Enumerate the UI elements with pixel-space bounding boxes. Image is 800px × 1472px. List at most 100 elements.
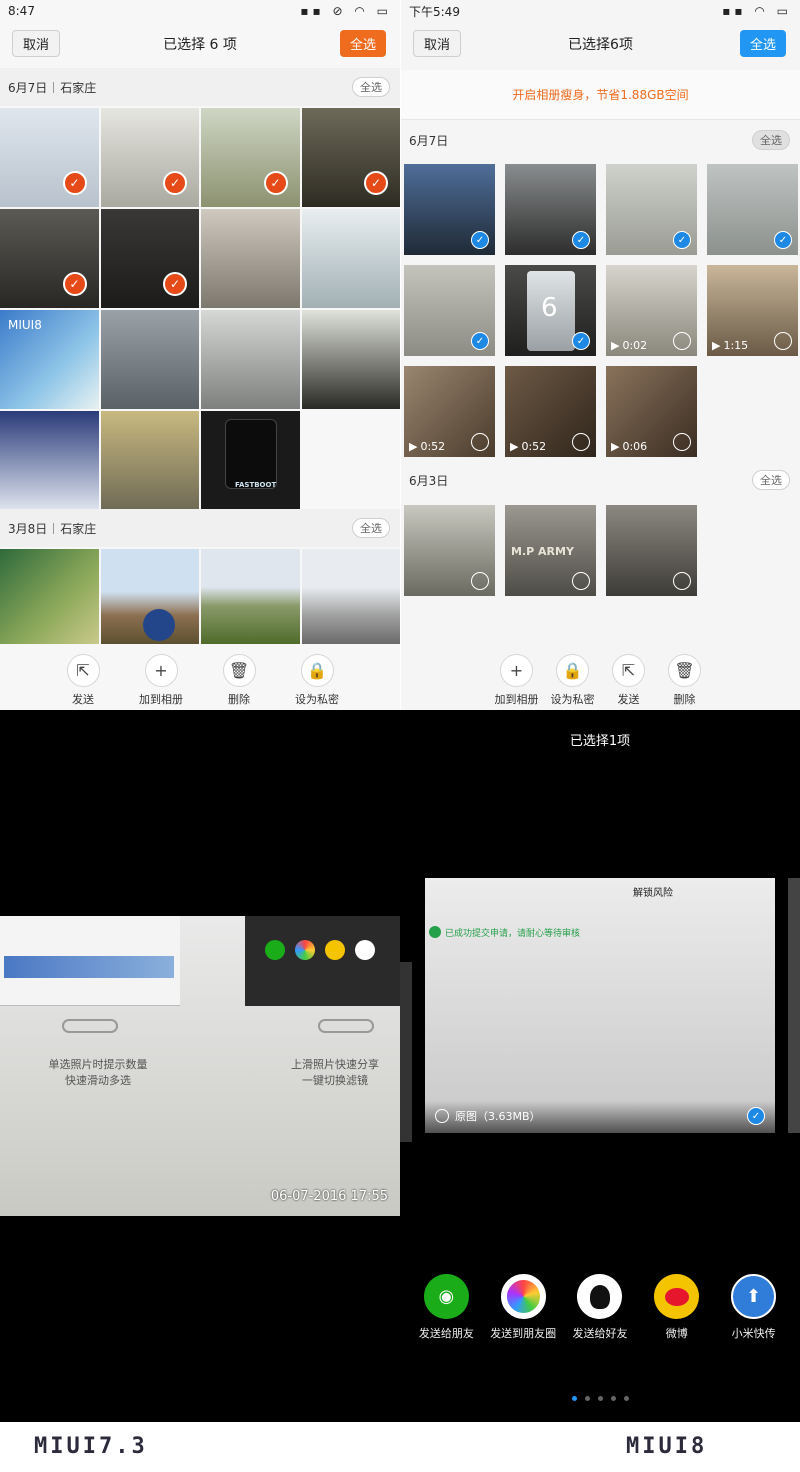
- radio-icon: [435, 1109, 449, 1123]
- footer: MIUI7.3 MIUI8: [0, 1422, 800, 1472]
- cancel-button[interactable]: 取消: [12, 30, 60, 57]
- select-all-button[interactable]: 全选: [340, 30, 386, 57]
- photo-thumb[interactable]: [301, 209, 400, 308]
- section-select-all[interactable]: 全选: [352, 77, 390, 97]
- send-button[interactable]: ⇱ 发送: [55, 654, 111, 710]
- section-header-jun7: 6月7日 全选: [401, 121, 800, 159]
- photo-thumb[interactable]: [0, 411, 99, 510]
- send-button[interactable]: ⇱ 发送: [601, 654, 657, 710]
- action-label: 发送: [617, 693, 640, 706]
- section-select-all[interactable]: 全选: [752, 470, 790, 490]
- add-to-album-button[interactable]: + 加到相册: [133, 654, 189, 710]
- photo-thumb[interactable]: ✓: [201, 108, 300, 207]
- video-thumb[interactable]: ▶ 1:15: [707, 265, 798, 356]
- select-all-button[interactable]: 全选: [740, 30, 786, 57]
- slim-album-banner[interactable]: 开启相册瘦身，节省1.88GB空间: [401, 70, 800, 120]
- comparison-collage: { "left_top": { "status_time": "8:47", "…: [0, 0, 800, 1472]
- photo-thumb[interactable]: [301, 549, 400, 644]
- photo-thumb[interactable]: FASTBOOT: [201, 411, 300, 510]
- lock-icon: 🔒: [300, 654, 334, 687]
- original-label: 原图（3.63MB）: [455, 1110, 541, 1123]
- video-thumb[interactable]: ▶ 0:52: [404, 366, 495, 457]
- photo-viewer-image[interactable]: 单选照片时提示数量 快速滑动多选 上滑照片快速分享 一键切换滤镜 06-07-2…: [0, 916, 400, 1216]
- share-label: 发送给好友: [572, 1327, 628, 1340]
- photo-thumb[interactable]: [100, 411, 199, 510]
- photo-thumb[interactable]: ✓: [301, 108, 400, 207]
- page-dot-active: [571, 1396, 577, 1401]
- checked-icon: ✓: [163, 171, 187, 195]
- action-label: 加到相册: [494, 693, 539, 706]
- miui8-share-panel: 已选择1项 解锁风险 已成功提交申请，请耐心等待审核 原图（3.63MB） ✓ …: [400, 710, 800, 1422]
- unchecked-icon: [673, 433, 691, 451]
- home-button: [318, 1019, 374, 1033]
- lock-icon: 🔒: [556, 654, 589, 687]
- page-indicator: [400, 1396, 800, 1401]
- photo-thumb[interactable]: [606, 505, 697, 596]
- action-bar: + 加到相册 🔒 设为私密 ⇱ 发送 🗑 删除: [401, 646, 800, 710]
- page-dot: [610, 1396, 616, 1401]
- share-mi-drop[interactable]: ⬆ 小米快传: [719, 1274, 789, 1341]
- section-select-all[interactable]: 全选: [352, 518, 390, 538]
- top-bar: 取消 已选择 6 项 全选: [0, 22, 400, 66]
- video-thumb[interactable]: ▶ 0:02: [606, 265, 697, 356]
- photo-thumb[interactable]: ✓: [505, 164, 596, 255]
- share-targets: ◉ 发送给朋友 发送到朋友圈 发送给好友 微博 ⬆ 小米快传: [400, 1274, 800, 1341]
- home-button: [62, 1019, 118, 1033]
- photo-thumb[interactable]: [301, 310, 400, 409]
- video-thumb[interactable]: ▶ 0:06: [606, 366, 697, 457]
- photo-thumb[interactable]: ✓: [100, 108, 199, 207]
- share-wechat-friend[interactable]: ◉ 发送给朋友: [411, 1274, 481, 1341]
- video-duration: ▶ 0:52: [409, 440, 445, 453]
- photo-thumb[interactable]: ✓: [707, 164, 798, 255]
- photo-thumb[interactable]: [404, 505, 495, 596]
- delete-button[interactable]: 🗑 删除: [657, 654, 713, 710]
- share-label: 微博: [665, 1327, 688, 1340]
- original-toggle[interactable]: 原图（3.63MB）: [435, 1108, 541, 1124]
- share-weibo[interactable]: 微博: [642, 1274, 712, 1341]
- section-select-all[interactable]: 全选: [752, 130, 790, 150]
- mi-drop-icon: ⬆: [731, 1274, 777, 1319]
- cancel-button[interactable]: 取消: [413, 30, 461, 57]
- share-label: 发送给朋友: [418, 1327, 474, 1340]
- photo-thumb[interactable]: [201, 549, 300, 644]
- unchecked-icon: [774, 332, 792, 350]
- photo-thumb[interactable]: [0, 549, 99, 644]
- selected-photo[interactable]: 解锁风险 已成功提交申请，请耐心等待审核 原图（3.63MB） ✓: [425, 878, 775, 1133]
- section-place: 石家庄: [60, 521, 97, 536]
- photo-thumb[interactable]: [201, 310, 300, 409]
- miui7-picker-panel: 8:47 ▪▪ ⊘ ◠ ▭ 取消 已选择 6 项 全选 6月7日 石家庄 全选 …: [0, 0, 400, 710]
- plus-icon: +: [500, 654, 533, 687]
- photo-thumb[interactable]: ✓: [0, 209, 99, 308]
- photo-thumb[interactable]: MIUI8: [0, 310, 99, 409]
- checked-icon: ✓: [163, 272, 187, 296]
- photo-thumb[interactable]: [100, 549, 199, 644]
- photo-thumb[interactable]: [201, 209, 300, 308]
- checked-icon: ✓: [774, 231, 792, 249]
- photo-thumb[interactable]: ✓: [100, 209, 199, 308]
- send-icon: ⇱: [66, 654, 100, 687]
- submit-text: 已成功提交申请，请耐心等待审核: [445, 929, 581, 939]
- moments-icon: [500, 1274, 546, 1319]
- checked-icon[interactable]: ✓: [747, 1107, 765, 1125]
- set-private-button[interactable]: 🔒 设为私密: [545, 654, 601, 710]
- share-moments[interactable]: 发送到朋友圈: [488, 1274, 558, 1341]
- video-thumb[interactable]: ▶ 0:52: [505, 366, 596, 457]
- add-to-album-button[interactable]: + 加到相册: [489, 654, 545, 710]
- photo-thumb[interactable]: 6 ✓: [505, 265, 596, 356]
- unchecked-icon: [673, 332, 691, 350]
- photo-thumb[interactable]: ✓: [606, 164, 697, 255]
- delete-button[interactable]: 🗑 删除: [211, 654, 267, 710]
- next-photo-edge[interactable]: [788, 878, 800, 1133]
- set-private-button[interactable]: 🔒 设为私密: [289, 654, 345, 710]
- action-label: 加到相册: [139, 693, 183, 706]
- send-icon: ⇱: [612, 654, 645, 687]
- photo-thumb[interactable]: ✓: [0, 108, 99, 207]
- photo-thumb[interactable]: ✓: [404, 164, 495, 255]
- checked-icon: ✓: [62, 272, 87, 296]
- photo-thumb[interactable]: M.P ARMY: [505, 505, 596, 596]
- trash-icon: 🗑: [668, 654, 701, 687]
- prev-photo-edge[interactable]: [400, 962, 412, 1142]
- photo-thumb[interactable]: ✓: [404, 265, 495, 356]
- share-qq-friend[interactable]: 发送给好友: [565, 1274, 635, 1341]
- photo-thumb[interactable]: [100, 310, 199, 409]
